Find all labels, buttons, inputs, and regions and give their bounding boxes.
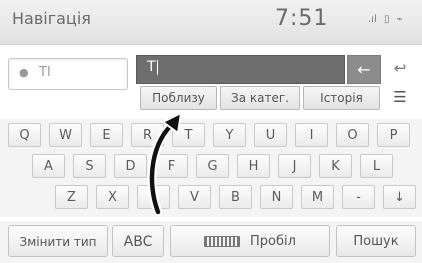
tab-history[interactable]: Історія: [303, 86, 380, 110]
phone-icon: ▯: [383, 14, 390, 25]
list-button[interactable]: ☰: [384, 86, 416, 108]
key-k[interactable]: K: [319, 154, 352, 178]
return-icon: ↩: [393, 59, 407, 77]
bottom-bar: Змінити тип ABC Пробіл Пошук: [0, 221, 422, 263]
key-n[interactable]: N: [260, 185, 293, 209]
key-s[interactable]: S: [73, 154, 106, 178]
clock: 7:51: [275, 6, 329, 31]
key-q[interactable]: Q: [8, 123, 41, 147]
return-button[interactable]: ↩: [384, 55, 416, 82]
key-down-arrow[interactable]: ↓: [383, 185, 416, 209]
bluetooth-icon: ⌁: [396, 14, 403, 25]
signal-icon: .ıl: [368, 14, 377, 25]
list-icon: ☰: [393, 88, 407, 106]
page-title: Навігація: [12, 9, 91, 28]
destination-text: TI: [39, 65, 51, 80]
key-j[interactable]: J: [278, 154, 311, 178]
abc-button[interactable]: ABC: [112, 225, 164, 257]
key-dash[interactable]: -: [342, 185, 375, 209]
key-h[interactable]: H: [237, 154, 270, 178]
space-button[interactable]: Пробіл: [170, 225, 330, 257]
key-m[interactable]: M: [301, 185, 334, 209]
space-label: Пробіл: [250, 234, 296, 249]
destination-field[interactable]: ● TI: [8, 58, 128, 90]
key-g[interactable]: G: [196, 154, 229, 178]
status-icons: .ıl ▯ ⌁: [368, 14, 407, 25]
key-z[interactable]: Z: [55, 185, 88, 209]
key-w[interactable]: W: [49, 123, 82, 147]
change-type-button[interactable]: Змінити тип: [8, 225, 108, 257]
keyboard: Q W E R T Y U I O P A S D F G H J K L Z …: [0, 119, 422, 217]
search-input-value: T: [147, 59, 156, 75]
key-i[interactable]: I: [295, 123, 328, 147]
search-button[interactable]: Пошук: [336, 225, 416, 257]
key-y[interactable]: Y: [213, 123, 246, 147]
keyboard-icon: [204, 236, 241, 247]
location-pin-icon: ●: [19, 66, 29, 79]
key-a[interactable]: A: [32, 154, 65, 178]
header-bar: Навігація 7:51 .ıl ▯ ⌁: [0, 0, 422, 45]
tab-by-category[interactable]: За катег.: [220, 86, 300, 110]
backspace-button[interactable]: ←: [347, 55, 381, 84]
key-l[interactable]: L: [360, 154, 393, 178]
pointer-arrow-icon: [147, 111, 183, 217]
key-b[interactable]: B: [219, 185, 252, 209]
key-o[interactable]: O: [336, 123, 369, 147]
search-input[interactable]: T: [136, 55, 345, 84]
navigation-search-screen: Навігація 7:51 .ıl ▯ ⌁ ● TI T ← ↩ Поблиз…: [0, 0, 422, 263]
key-p[interactable]: P: [377, 123, 410, 147]
text-cursor: [156, 59, 158, 75]
arrow-left-icon: ←: [357, 60, 371, 79]
key-u[interactable]: U: [254, 123, 287, 147]
